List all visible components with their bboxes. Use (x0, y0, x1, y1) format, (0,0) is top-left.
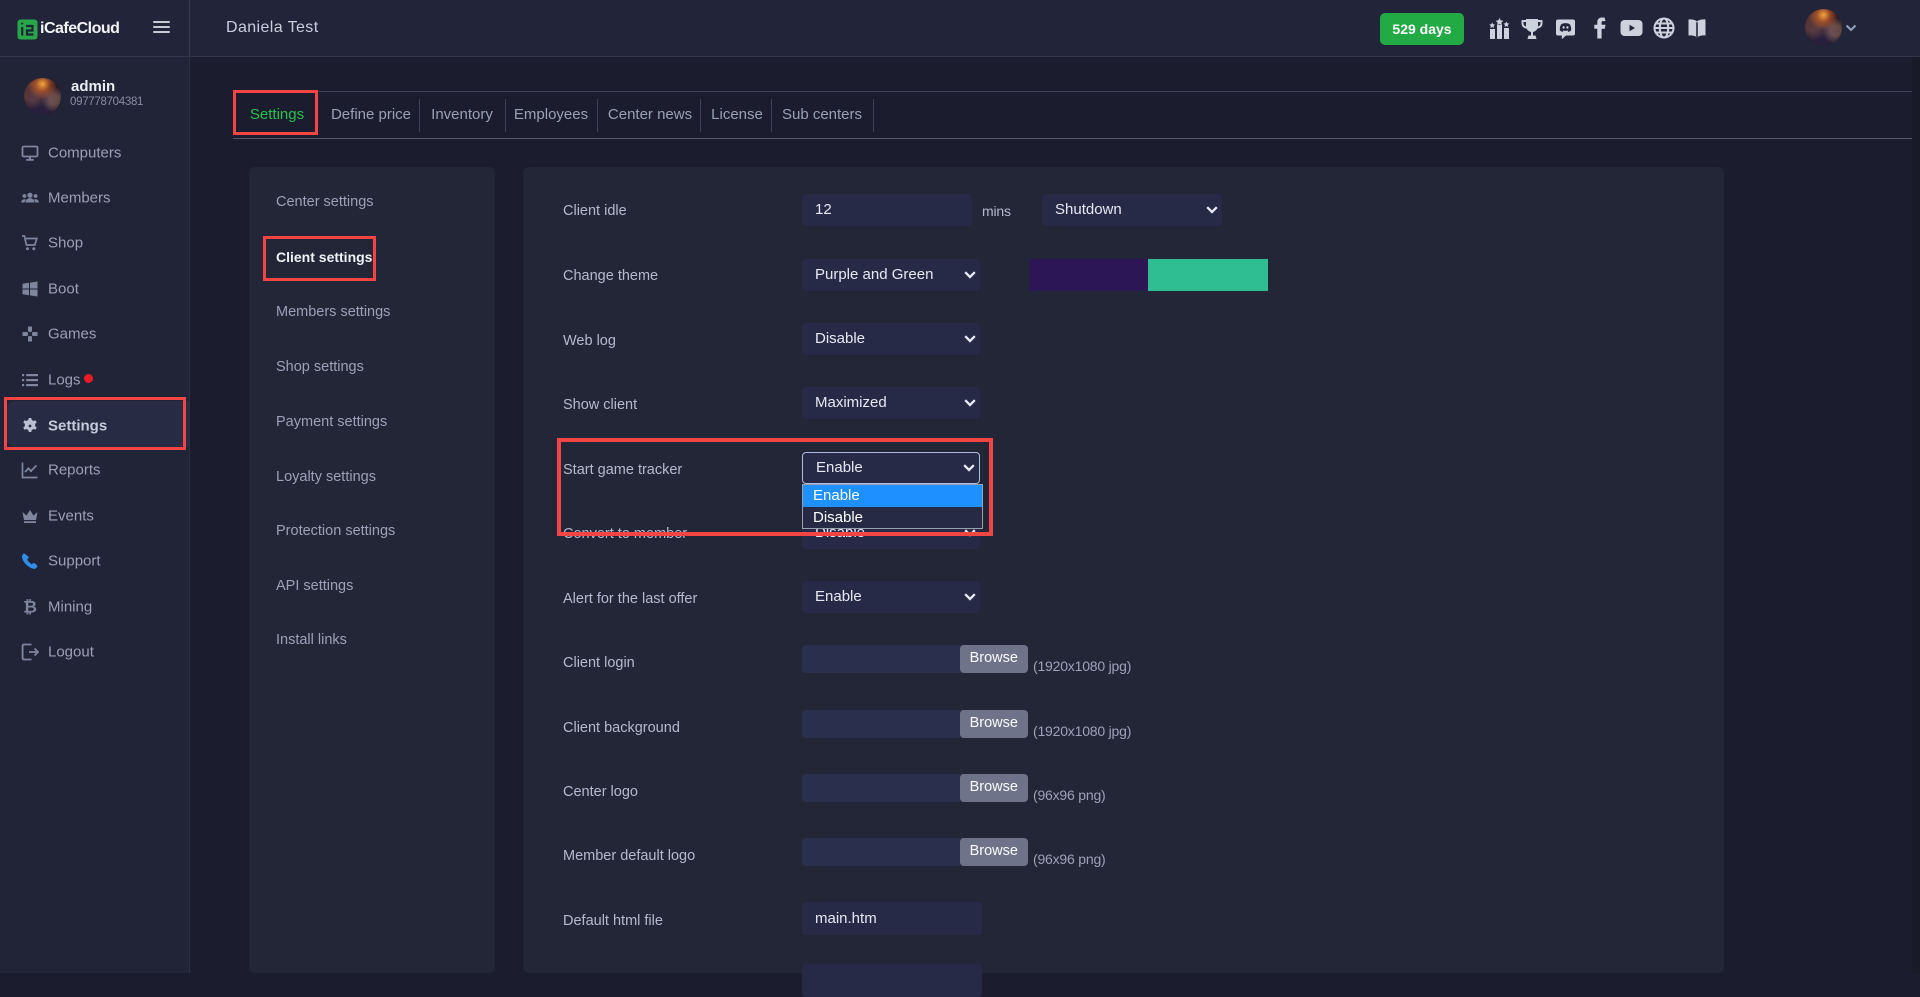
svg-text:₿: ₿ (23, 598, 37, 616)
